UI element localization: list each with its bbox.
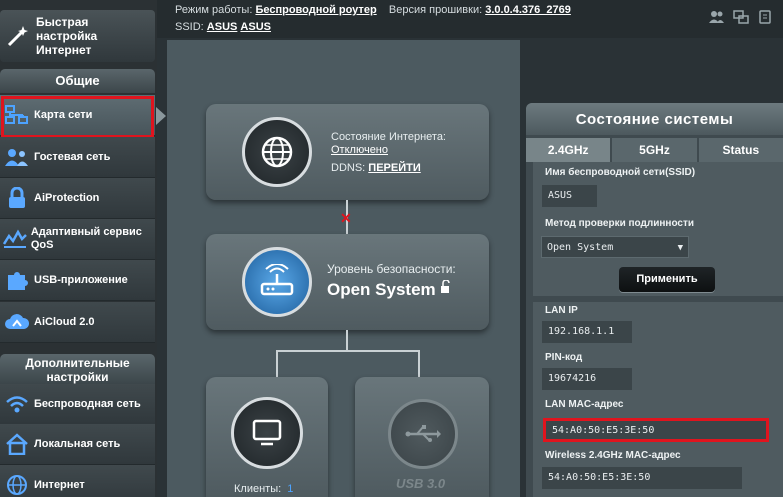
apply-button[interactable]: Применить (619, 267, 715, 292)
ssid-line: SSID: ASUS ASUS (175, 21, 271, 33)
auth-method-label: Метод проверки подлинности (545, 218, 695, 229)
sidebar-item-qos[interactable]: Адаптивный сервис QoS (0, 219, 155, 260)
sidebar-item-label: Локальная сеть (34, 437, 121, 450)
users-icon[interactable] (709, 10, 725, 24)
highlight-frame-network-map (1, 96, 154, 138)
clients-count[interactable]: 1 (287, 483, 293, 495)
sidebar-item-label: USB-приложение (34, 273, 128, 286)
usb-icon (388, 399, 458, 469)
unlocked-icon (440, 279, 452, 299)
lan-ip-value: 192.168.1.1 (542, 321, 632, 343)
pin-value: 19674216 (542, 368, 632, 390)
sidebar-item-lan[interactable]: Локальная сеть (0, 424, 155, 465)
ddns-link[interactable]: ПЕРЕЙТИ (368, 162, 420, 174)
sidebar-item-wireless[interactable]: Беспроводная сеть (0, 384, 155, 425)
connector-line (276, 350, 419, 352)
clients-node[interactable]: Клиенты: 1 (206, 377, 328, 497)
tab-5ghz[interactable]: 5GHz (612, 138, 697, 162)
sidebar-item-label: AiCloud 2.0 (34, 315, 95, 328)
wireless-mac-label: Wireless 2.4GHz MAC-адрес (545, 450, 681, 461)
ddns-label: DDNS: (331, 162, 366, 174)
ssid-link-2[interactable]: ASUS (240, 21, 271, 33)
internet-node[interactable]: Состояние Интернета: Отключено DDNS: ПЕР… (206, 104, 489, 200)
qos-icon (0, 229, 31, 249)
firmware-link[interactable]: 3.0.0.4.376_2769 (485, 4, 571, 16)
active-pointer-arrow (156, 107, 166, 125)
internet-status-link[interactable]: Отключено (331, 144, 388, 156)
internet-status-row: Отключено (331, 144, 388, 156)
top-info-bar: Режим работы: Беспроводной роутер Версия… (157, 0, 783, 38)
monitor-icon (231, 397, 303, 469)
router-icon (242, 247, 312, 317)
sidebar: Быстрая настройка Интернет Общие Карта с… (0, 0, 166, 497)
highlight-frame-lan-mac (543, 418, 769, 442)
connector-line (346, 330, 348, 351)
mode-label: Режим работы: (175, 4, 253, 16)
advanced-section-header: Дополнительные настройки (0, 354, 155, 384)
sidebar-item-usb[interactable]: USB-приложение (0, 260, 155, 301)
home-icon (0, 433, 34, 455)
mode-link[interactable]: Беспроводной роутер (255, 4, 376, 16)
lock-icon (0, 187, 34, 209)
windows-icon[interactable] (733, 10, 749, 24)
ssid-input[interactable]: ASUS (542, 185, 597, 207)
firmware-label: Версия прошивки: (388, 4, 483, 16)
globe-icon (242, 117, 312, 187)
globe-icon (0, 474, 34, 496)
sidebar-item-internet[interactable]: Интернет (0, 465, 155, 497)
dropdown-arrow-icon: ▼ (677, 243, 683, 253)
pin-label: PIN-код (545, 352, 583, 363)
magic-wand-icon (0, 18, 36, 54)
sidebar-item-guest-network[interactable]: Гостевая сеть (0, 137, 155, 178)
panel-title: Состояние системы (526, 103, 783, 135)
mode-line: Режим работы: Беспроводной роутер Версия… (175, 4, 571, 16)
connector-line (418, 350, 420, 378)
cloud-icon (0, 312, 34, 332)
ssid-label: SSID: (175, 21, 204, 33)
connector-line (276, 350, 278, 378)
wireless-mac-value: 54:A0:50:E5:3E:50 (542, 467, 742, 489)
quick-setup-button[interactable]: Быстрая настройка Интернет (0, 10, 155, 62)
sidebar-item-aicloud[interactable]: AiCloud 2.0 (0, 302, 155, 343)
sidebar-item-label: Гостевая сеть (34, 150, 111, 163)
quick-setup-label: Быстрая настройка Интернет (36, 15, 98, 57)
sidebar-item-label: AiProtection (34, 191, 100, 204)
ssid-link-1[interactable]: ASUS (207, 21, 238, 33)
general-section-header: Общие (0, 69, 155, 93)
security-value: Open System (327, 280, 436, 299)
ssid-field-label: Имя беспроводной сети(SSID) (545, 167, 696, 178)
disconnected-x-icon: ✕ (340, 210, 352, 226)
sidebar-item-label: Адаптивный сервис QoS (30, 226, 142, 251)
auth-method-select[interactable]: Open System ▼ (541, 236, 689, 258)
tab-2-4ghz[interactable]: 2.4GHz (526, 138, 611, 162)
section-divider (533, 296, 783, 302)
security-label: Уровень безопасности: (327, 262, 456, 276)
top-icons (709, 10, 773, 24)
usb-label: USB 3.0 (396, 476, 446, 491)
status-tabs: 2.4GHz 5GHz Status (526, 138, 783, 162)
internet-status-label: Состояние Интернета: (331, 131, 446, 143)
lan-ip-label: LAN IP (545, 305, 578, 316)
guest-network-icon (0, 147, 34, 167)
auth-method-value: Open System (547, 242, 614, 253)
sidebar-item-label: Интернет (34, 478, 85, 491)
usb-node[interactable]: USB 3.0 (355, 377, 489, 497)
sidebar-item-label: Беспроводная сеть (34, 397, 141, 410)
clients-label: Клиенты: (234, 483, 282, 495)
ddns-row: DDNS: ПЕРЕЙТИ (331, 162, 421, 174)
clients-row: Клиенты: 1 (234, 483, 293, 495)
lan-mac-label: LAN MAC-адрес (545, 399, 624, 410)
device-icon[interactable] (757, 10, 773, 24)
puzzle-icon (0, 269, 34, 291)
router-node[interactable]: Уровень безопасности: Open System (206, 234, 489, 330)
wifi-icon (0, 394, 34, 414)
tab-status[interactable]: Status (698, 138, 783, 162)
sidebar-item-aiprotection[interactable]: AiProtection (0, 178, 155, 219)
